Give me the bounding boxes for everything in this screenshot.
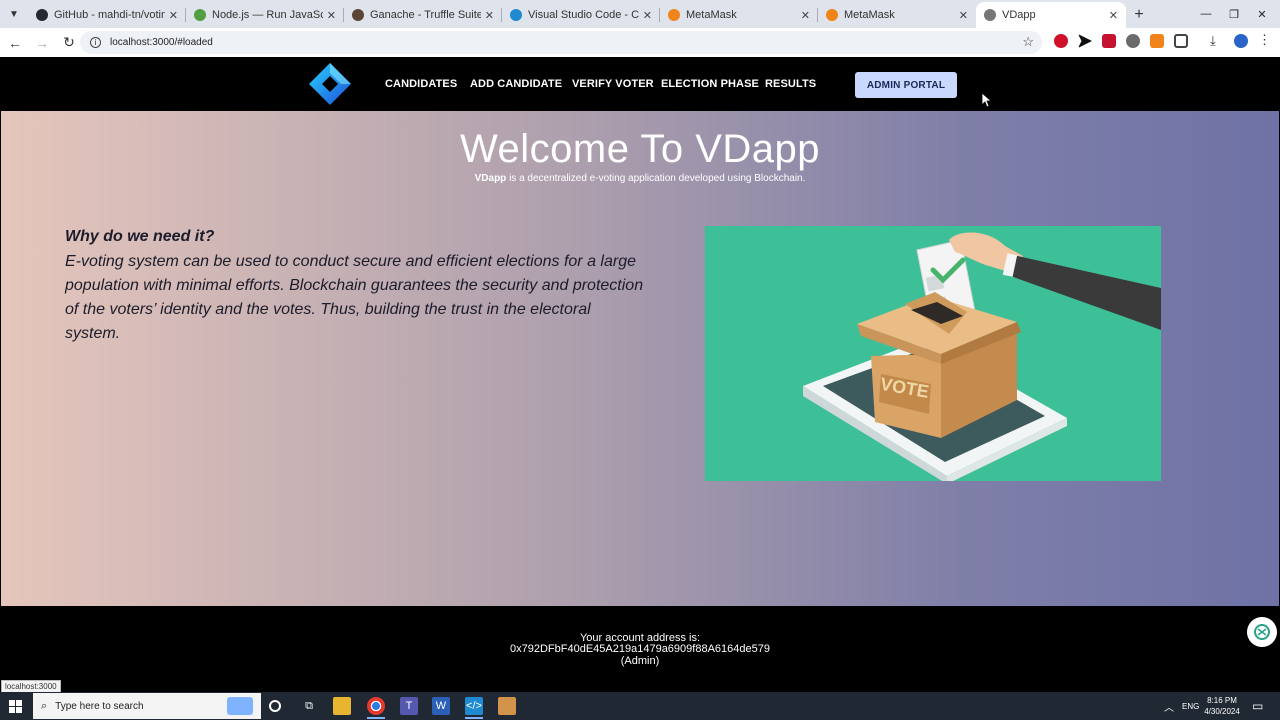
- taskbar-search-input[interactable]: ⌕ Type here to search: [33, 693, 261, 719]
- nav-candidates-link[interactable]: CANDIDATES: [385, 78, 457, 90]
- browser-tab[interactable]: Ganache - Truffle Suite ✕: [344, 2, 502, 28]
- vdapp-logo-icon[interactable]: [308, 62, 352, 106]
- vscode-taskbar-icon[interactable]: </>: [465, 697, 483, 715]
- hero-section: Welcome To VDapp VDapp is a decentralize…: [1, 111, 1279, 606]
- subtitle-text: is a decentralized e-voting application …: [506, 173, 806, 184]
- windows-start-icon[interactable]: [0, 692, 30, 720]
- close-icon[interactable]: ✕: [485, 9, 494, 22]
- nodejs-favicon-icon: [194, 9, 206, 21]
- cortana-circle-icon[interactable]: [269, 700, 281, 712]
- address-bar[interactable]: i localhost:3000/#loaded ☆: [80, 31, 1042, 54]
- nav-verify-voter-link[interactable]: VERIFY VOTER: [572, 78, 654, 90]
- metamask-extension-icon[interactable]: [1150, 34, 1164, 48]
- why-paragraph: E-voting system can be used to conduct s…: [65, 253, 644, 342]
- browser-tab[interactable]: GitHub - mahdi-tn/voting-dapp ✕: [28, 2, 186, 28]
- browser-menu-icon[interactable]: ⋮: [1258, 32, 1272, 47]
- browser-tab-active[interactable]: VDapp ✕: [976, 2, 1126, 28]
- nav-add-candidate-link[interactable]: ADD CANDIDATE: [470, 78, 562, 90]
- ballot-box-voting-illustration: VOTE: [705, 226, 1161, 481]
- tab-title: MetaMask: [686, 9, 737, 21]
- site-info-icon[interactable]: i: [90, 37, 101, 48]
- admin-portal-button[interactable]: ADMIN PORTAL: [855, 72, 957, 98]
- forward-arrow-icon[interactable]: →: [30, 31, 54, 55]
- account-role: (Admin): [620, 655, 660, 667]
- tab-title: Ganache - Truffle Suite: [370, 9, 481, 21]
- bookmark-star-icon[interactable]: ☆: [1022, 34, 1034, 50]
- clock-date: 4/30/2024: [1204, 707, 1240, 716]
- word-taskbar-icon[interactable]: W: [432, 697, 450, 715]
- browser-tab[interactable]: Visual Studio Code - Code Editing ✕: [502, 2, 660, 28]
- page-title: Welcome To VDapp: [459, 127, 821, 171]
- tab-title: Visual Studio Code - Code Editing: [528, 9, 639, 21]
- why-heading: Why do we need it?: [65, 228, 215, 245]
- tab-title: GitHub - mahdi-tn/voting-dapp: [54, 9, 165, 21]
- download-icon[interactable]: ⤓: [1210, 33, 1224, 48]
- search-icon: ⌕: [41, 699, 48, 712]
- nav-election-phase-link[interactable]: ELECTION PHASE: [661, 78, 759, 90]
- reload-icon[interactable]: ↻: [57, 31, 81, 55]
- site-navbar: CANDIDATES ADD CANDIDATE VERIFY VOTER EL…: [0, 57, 1280, 111]
- windows-taskbar: ⌕ Type here to search ⧉ T W </> ︿ ENG 8:…: [0, 692, 1280, 720]
- close-icon[interactable]: ✕: [169, 9, 178, 22]
- url-text: localhost:3000/#loaded: [110, 37, 213, 48]
- vscode-favicon-icon: [510, 9, 522, 21]
- account-address: 0x792DFbF40dE45A219a1479a6909f88A6164de5…: [510, 643, 770, 655]
- browser-tab[interactable]: MetaMask ✕: [818, 2, 976, 28]
- tab-title: MetaMask: [844, 9, 895, 21]
- task-view-icon[interactable]: ⧉: [300, 697, 318, 715]
- ganache-favicon-icon: [352, 9, 364, 21]
- tray-chevron-icon[interactable]: ︿: [1164, 692, 1174, 720]
- close-icon[interactable]: ✕: [327, 9, 336, 22]
- tab-search-icon[interactable]: ▼: [0, 0, 28, 28]
- language-indicator[interactable]: ENG: [1182, 692, 1199, 720]
- close-icon[interactable]: ✕: [959, 9, 968, 22]
- close-icon[interactable]: ✕: [643, 9, 652, 22]
- metamask-favicon-icon: [826, 9, 838, 21]
- search-placeholder: Type here to search: [55, 700, 144, 712]
- tab-title: Node.js — Run JavaScript Everywhere: [212, 9, 323, 21]
- globe-favicon-icon: [984, 9, 996, 21]
- opera-extension-icon[interactable]: [1054, 34, 1068, 48]
- browser-tab-strip: ▼ GitHub - mahdi-tn/voting-dapp ✕ Node.js…: [0, 0, 1280, 28]
- grammar-extension-icon[interactable]: [1126, 34, 1140, 48]
- close-icon[interactable]: ✕: [801, 9, 810, 22]
- window-close-icon[interactable]: ✕: [1242, 0, 1280, 28]
- file-explorer-icon[interactable]: [333, 697, 351, 715]
- puzzle-extensions-icon[interactable]: [1174, 34, 1188, 48]
- footer: Your account address is: 0x792DFbF40dE45…: [0, 606, 1280, 692]
- hero-subtitle: VDapp is a decentralized e-voting applic…: [1, 173, 1279, 184]
- mouse-cursor-icon: [982, 93, 992, 108]
- subtitle-brand: VDapp: [474, 173, 507, 184]
- tab-title: VDapp: [1002, 9, 1036, 21]
- close-icon[interactable]: ✕: [1109, 9, 1118, 22]
- chatgpt-assistant-icon[interactable]: [1247, 617, 1277, 647]
- taskbar-clock[interactable]: 8:16 PM 4/30/2024: [1200, 695, 1244, 717]
- browser-tab[interactable]: MetaMask ✕: [660, 2, 818, 28]
- search-highlight-icon: [227, 697, 253, 715]
- package-taskbar-icon[interactable]: [498, 697, 516, 715]
- clock-time: 8:16 PM: [1207, 696, 1237, 705]
- notification-icon[interactable]: ▭: [1252, 692, 1263, 720]
- new-tab-plus-icon[interactable]: +: [1126, 2, 1152, 28]
- nav-results-link[interactable]: RESULTS: [765, 78, 816, 90]
- teams-taskbar-icon[interactable]: T: [400, 697, 418, 715]
- github-favicon-icon: [36, 9, 48, 21]
- acrobat-extension-icon[interactable]: [1102, 34, 1116, 48]
- browser-tab[interactable]: Node.js — Run JavaScript Everywhere ✕: [186, 2, 344, 28]
- profile-avatar-icon[interactable]: [1234, 34, 1248, 48]
- metamask-favicon-icon: [668, 9, 680, 21]
- back-arrow-icon[interactable]: ←: [3, 31, 27, 55]
- chrome-taskbar-icon[interactable]: [367, 697, 385, 715]
